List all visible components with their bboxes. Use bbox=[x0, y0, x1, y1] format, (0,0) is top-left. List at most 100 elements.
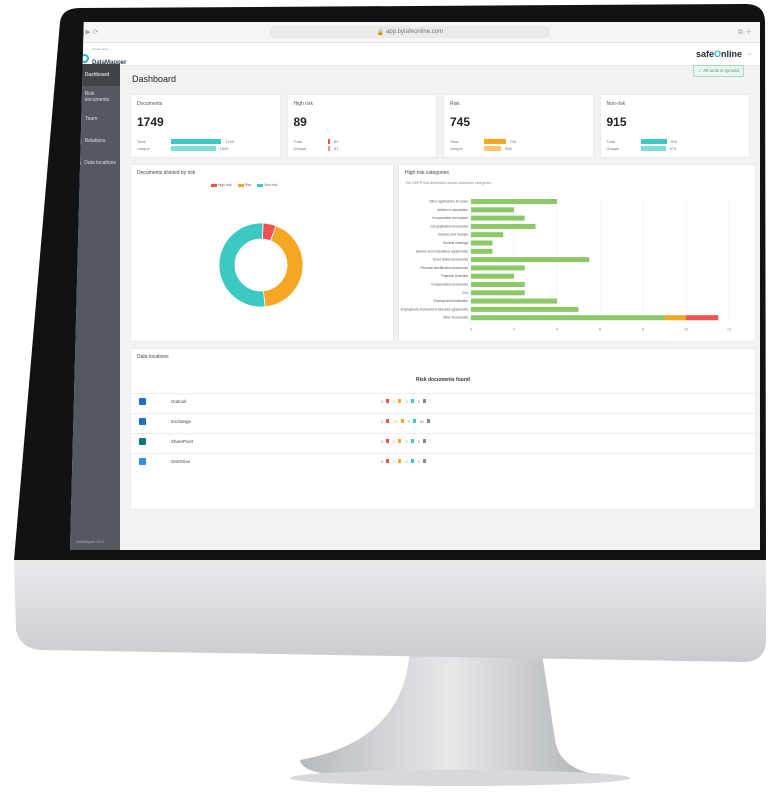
stat-card-non-risk[interactable]: Non-risk 915 Total Unique 915 874 bbox=[599, 94, 750, 158]
risk-swatch bbox=[400, 419, 404, 423]
card-value: 1749 bbox=[137, 115, 164, 129]
risk-counts: 0 0 0 0 bbox=[381, 399, 427, 404]
location-name: SharePoint bbox=[171, 439, 194, 444]
bar-non-risk[interactable] bbox=[471, 240, 493, 246]
stat-card-risk[interactable]: Risk 745 Total Unique 745 556 bbox=[443, 94, 594, 158]
bar-non-risk[interactable] bbox=[471, 207, 514, 213]
risk-swatch bbox=[410, 399, 414, 403]
exchange-icon bbox=[139, 418, 146, 425]
lock-icon: 🔒 bbox=[376, 29, 387, 36]
x-tick-label: 4 bbox=[556, 328, 558, 332]
risk-count: 0 bbox=[381, 399, 384, 404]
risk-swatch bbox=[412, 419, 416, 423]
category-label: CVs bbox=[462, 291, 468, 295]
stat-card-documents[interactable]: Documents 1749 Total Unique 1749 1549 bbox=[130, 94, 281, 158]
browser-tabs-icon[interactable]: ⧉ ＋ bbox=[738, 27, 752, 37]
brand-part2: nline bbox=[720, 49, 742, 59]
category-label: Other applications for leave bbox=[429, 200, 468, 204]
category-label: Incorporation and bylaws bbox=[433, 216, 469, 220]
x-tick-label: 0 bbox=[470, 328, 472, 332]
bar-non-risk[interactable] bbox=[471, 265, 525, 271]
category-label: Employment and board of directors agreem… bbox=[401, 307, 469, 311]
x-tick-label: 6 bbox=[599, 328, 601, 332]
bar-non-risk[interactable] bbox=[471, 282, 525, 287]
hrc-chart: Other applications for leave Articles of … bbox=[401, 197, 731, 332]
card-total-bar bbox=[171, 139, 221, 144]
risk-swatch bbox=[410, 459, 414, 463]
data-location-row[interactable]: Outlook 0 0 0 0 bbox=[131, 393, 755, 412]
risk-swatch bbox=[386, 459, 390, 463]
card-unique-value: 874 bbox=[669, 146, 677, 151]
data-location-row[interactable]: Exchange 2 20 0 82 bbox=[131, 413, 755, 432]
risk-swatch bbox=[422, 459, 426, 463]
bar-non-risk[interactable] bbox=[471, 306, 579, 312]
donut-slice-non-risk[interactable] bbox=[218, 222, 266, 308]
data-location-row[interactable]: SharePoint 0 0 0 0 bbox=[131, 433, 755, 452]
app-header: bytafeonline DataMapper safeOnline ⌄ bbox=[70, 43, 760, 66]
bar-non-risk[interactable] bbox=[471, 298, 557, 304]
risk-count: 0 bbox=[393, 399, 396, 404]
bar-non-risk[interactable] bbox=[471, 257, 590, 263]
card-unique-bar bbox=[171, 146, 216, 151]
stat-card-high-risk[interactable]: High risk 89 Total Unique 89 81 bbox=[286, 94, 437, 158]
risk-count: 82 bbox=[419, 419, 425, 424]
card-title: Risk bbox=[450, 101, 460, 107]
card-total-value: 915 bbox=[670, 139, 678, 144]
bar-non-risk[interactable] bbox=[471, 223, 536, 229]
main-content: Dashboard ✓ All tools is synced Document… bbox=[126, 65, 756, 550]
bar-non-risk[interactable] bbox=[471, 199, 557, 204]
risk-count: 0 bbox=[393, 459, 396, 464]
risk-swatch bbox=[427, 419, 431, 423]
outlook-icon bbox=[139, 398, 146, 405]
data-location-row[interactable]: OneDrive 0 0 0 0 bbox=[131, 453, 755, 472]
category-label: Personal identification documents bbox=[420, 266, 468, 270]
risk-counts: 0 0 0 0 bbox=[381, 439, 427, 444]
bar-non-risk[interactable] bbox=[471, 290, 525, 296]
risk-count: 0 bbox=[381, 439, 384, 444]
card-title: Non-risk bbox=[606, 101, 626, 107]
x-tick-label: 2 bbox=[513, 328, 515, 332]
location-name: Outlook bbox=[171, 399, 187, 404]
high-risk-panel: High risk categories The GDPR risk distr… bbox=[398, 164, 756, 342]
card-unique-value: 556 bbox=[505, 146, 512, 151]
risk-swatch bbox=[386, 439, 390, 443]
risk-count: 0 bbox=[381, 459, 384, 464]
brand-logo[interactable]: safeOnline bbox=[696, 49, 742, 59]
brand-part1: safe bbox=[695, 49, 714, 59]
chevron-down-icon[interactable]: ⌄ bbox=[747, 50, 752, 57]
card-total-value: 745 bbox=[509, 139, 517, 144]
card-total-value: 1749 bbox=[225, 139, 234, 144]
bar-non-risk[interactable] bbox=[471, 248, 493, 254]
x-tick-label: 12 bbox=[727, 328, 731, 332]
bar-non-risk[interactable] bbox=[471, 273, 514, 279]
data-locations-panel: Data locations Risk documents found Outl… bbox=[130, 348, 756, 510]
bar-non-risk[interactable] bbox=[471, 315, 665, 321]
sync-status-badge[interactable]: ✓ All tools is synced bbox=[693, 65, 744, 77]
bar-high-risk[interactable] bbox=[686, 315, 719, 321]
risk-count: 0 bbox=[393, 439, 396, 444]
category-label: Job application documents bbox=[430, 224, 468, 228]
x-tick-label: 8 bbox=[642, 328, 644, 332]
category-label: Compensation documents bbox=[431, 283, 468, 287]
risk-count: 0 bbox=[417, 399, 420, 404]
url-bar[interactable]: 🔒 app.bytafeonline.com bbox=[270, 26, 550, 38]
screen: ◀ ▶ ⟳ 🔒 app.bytafeonline.com ⧉ ＋ bytafeo… bbox=[70, 22, 760, 550]
card-total-bar bbox=[327, 139, 330, 144]
monitor: ◀ ▶ ⟳ 🔒 app.bytafeonline.com ⧉ ＋ bytafeo… bbox=[0, 0, 768, 793]
category-label: Articles of association bbox=[437, 208, 468, 212]
bar-non-risk[interactable] bbox=[471, 232, 504, 238]
card-unique-label: Unique bbox=[293, 146, 307, 151]
sidebar-footer: DataMapper 2023 bbox=[76, 540, 105, 544]
risk-swatch bbox=[422, 399, 426, 403]
card-title: High risk bbox=[293, 101, 313, 107]
stat-cards: Documents 1749 Total Unique 1749 1549 Hig… bbox=[130, 94, 750, 158]
risk-swatch bbox=[410, 439, 414, 443]
card-total-label: Total bbox=[450, 139, 459, 144]
bar-risk[interactable] bbox=[664, 315, 687, 321]
category-label: Invoices and receipts bbox=[438, 233, 468, 237]
risk-count: 20 bbox=[393, 419, 398, 424]
bar-non-risk[interactable] bbox=[471, 215, 525, 221]
sidebar-item-label: Team bbox=[85, 116, 98, 122]
risk-count: 0 bbox=[405, 439, 408, 444]
location-name: OneDrive bbox=[171, 459, 191, 464]
